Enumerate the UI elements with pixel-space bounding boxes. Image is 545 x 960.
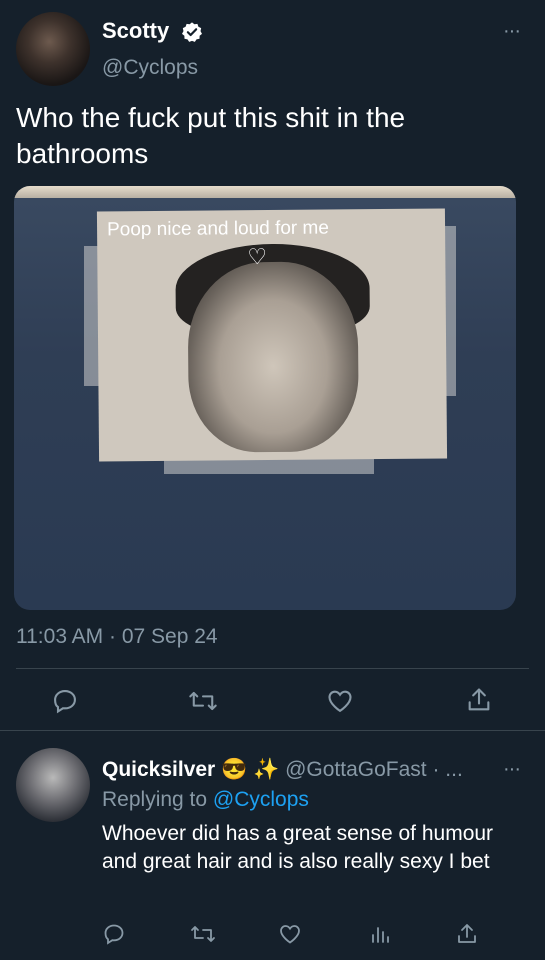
image-frame-edge (14, 186, 516, 198)
reply-emoji: 😎 ✨ (221, 758, 280, 781)
replying-to-link[interactable]: @Cyclops (213, 788, 309, 811)
reply-author-name[interactable]: Quicksilver (102, 758, 215, 781)
share-icon[interactable] (455, 922, 485, 952)
reply-text: Whoever did has a great sense of humour … (102, 822, 494, 873)
author-handle[interactable]: @Cyclops (102, 56, 198, 80)
tweet-action-bar (0, 684, 545, 724)
reply-icon[interactable] (102, 922, 132, 952)
replying-to-line: Replying to @Cyclops (102, 788, 309, 812)
like-icon[interactable] (278, 922, 308, 952)
image-caption-text: Poop nice and loud for me (106, 217, 329, 241)
verified-badge-icon (181, 21, 203, 43)
divider (0, 730, 545, 731)
author-name[interactable]: Scotty (102, 18, 169, 44)
reply-meta-suffix: · ... (426, 758, 463, 781)
tweet-text: Who the fuck put this shit in the bathro… (16, 102, 406, 169)
more-options-icon[interactable]: ··· (503, 20, 521, 43)
reply-author-handle[interactable]: @GottaGoFast (285, 758, 427, 781)
heart-icon: ♡ (247, 244, 268, 270)
analytics-icon[interactable] (368, 922, 398, 952)
reply-more-options-icon[interactable]: ··· (503, 758, 521, 781)
tweet-timestamp[interactable]: 11:03 AM · 07 Sep 24 (16, 625, 218, 649)
photo-face (187, 261, 360, 453)
retweet-icon[interactable] (190, 922, 220, 952)
tweet-media-image[interactable]: Poop nice and loud for me ♡ (14, 186, 516, 610)
reply-action-bar (0, 920, 545, 952)
divider (16, 668, 529, 669)
retweet-icon[interactable] (188, 687, 218, 717)
like-icon[interactable] (326, 687, 356, 717)
replying-to-prefix: Replying to (102, 788, 213, 811)
share-icon[interactable] (465, 686, 495, 716)
author-avatar[interactable] (16, 12, 90, 86)
photo-printout: Poop nice and loud for me ♡ (96, 208, 448, 462)
reply-header: Quicksilver 😎 ✨ @GottaGoFast · ... (102, 758, 463, 782)
reply-author-avatar[interactable] (16, 748, 90, 822)
reply-icon[interactable] (51, 687, 81, 717)
